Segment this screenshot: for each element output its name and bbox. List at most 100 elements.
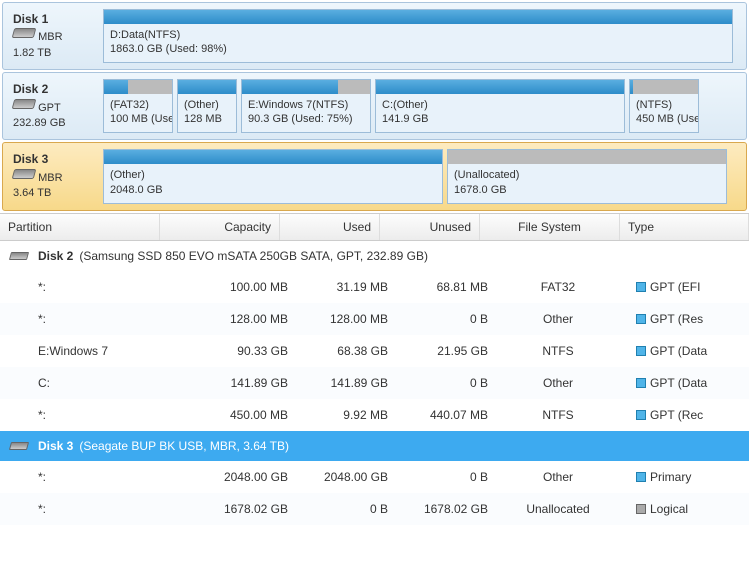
- cell-type: Logical: [628, 502, 741, 516]
- disk-partitions: D:Data(NTFS)1863.0 GB (Used: 98%): [103, 3, 746, 69]
- cell-partition: *:: [8, 312, 168, 326]
- cell-capacity: 90.33 GB: [168, 344, 288, 358]
- cell-used: 2048.00 GB: [288, 470, 388, 484]
- cell-type: GPT (EFI: [628, 280, 741, 294]
- partition-box[interactable]: C:(Other)141.9 GB: [375, 79, 625, 133]
- partition-usage-bar: [242, 80, 370, 94]
- partition-usage-bar: [178, 80, 236, 94]
- disk-block-disk3[interactable]: Disk 3 MBR3.64 TB(Other)2048.0 GB(Unallo…: [2, 142, 747, 210]
- disk-info: Disk 1 MBR1.82 TB: [3, 3, 103, 69]
- cell-used: 128.00 MB: [288, 312, 388, 326]
- disk-partitions: (Other)2048.0 GB(Unallocated)1678.0 GB: [103, 143, 746, 209]
- cell-capacity: 1678.02 GB: [168, 502, 288, 516]
- cell-unused: 0 B: [388, 376, 488, 390]
- table-row[interactable]: C:141.89 GB141.89 GB0 BOtherGPT (Data: [0, 367, 749, 399]
- cell-type: GPT (Data: [628, 344, 741, 358]
- th-used[interactable]: Used: [280, 214, 380, 240]
- cell-partition: E:Windows 7: [8, 344, 168, 358]
- partition-usage-bar: [104, 10, 732, 24]
- table-row[interactable]: *:2048.00 GB2048.00 GB0 BOtherPrimary: [0, 461, 749, 493]
- partition-label: (Other)128 MB: [178, 94, 236, 131]
- disk-icon: [12, 169, 37, 179]
- partition-usage-bar: [376, 80, 624, 94]
- cell-fs: Other: [488, 470, 628, 484]
- cell-unused: 21.95 GB: [388, 344, 488, 358]
- partition-box[interactable]: (Other)128 MB: [177, 79, 237, 133]
- cell-unused: 0 B: [388, 312, 488, 326]
- group-disk-name: Disk 2: [38, 249, 73, 263]
- partition-box[interactable]: (FAT32)100 MB (Use: [103, 79, 173, 133]
- table-row[interactable]: E:Windows 790.33 GB68.38 GB21.95 GBNTFSG…: [0, 335, 749, 367]
- type-color-icon: [636, 504, 646, 514]
- cell-fs: Unallocated: [488, 502, 628, 516]
- cell-partition: *:: [8, 470, 168, 484]
- disk-size: 232.89 GB: [13, 117, 66, 129]
- cell-partition: *:: [8, 280, 168, 294]
- disk-block-disk2[interactable]: Disk 2 GPT 232.89 GB (FAT32)100 MB (Use(Ot…: [2, 72, 747, 140]
- cell-type: GPT (Rec: [628, 408, 741, 422]
- th-unused[interactable]: Unused: [380, 214, 480, 240]
- cell-fs: FAT32: [488, 280, 628, 294]
- type-color-icon: [636, 314, 646, 324]
- disk-partitions: (FAT32)100 MB (Use(Other)128 MBE:Windows…: [103, 73, 746, 139]
- disk-name: Disk 1: [13, 12, 48, 26]
- partition-label: E:Windows 7(NTFS)90.3 GB (Used: 75%): [242, 94, 370, 131]
- disks-layout: Disk 1 MBR1.82 TBD:Data(NTFS)1863.0 GB (…: [0, 2, 749, 211]
- partition-usage-bar: [104, 80, 172, 94]
- disk-scheme: MBR: [38, 172, 62, 184]
- table-header: Partition Capacity Used Unused File Syst…: [0, 214, 749, 241]
- partition-label: (Other)2048.0 GB: [104, 164, 442, 201]
- cell-fs: Other: [488, 312, 628, 326]
- th-type[interactable]: Type: [620, 214, 749, 240]
- cell-fs: NTFS: [488, 344, 628, 358]
- partition-box[interactable]: E:Windows 7(NTFS)90.3 GB (Used: 75%): [241, 79, 371, 133]
- partition-label: (FAT32)100 MB (Use: [104, 94, 172, 131]
- disk-name: Disk 2: [13, 82, 48, 96]
- partition-box[interactable]: (Unallocated)1678.0 GB: [447, 149, 727, 203]
- cell-type: Primary: [628, 470, 741, 484]
- table-row[interactable]: *:100.00 MB31.19 MB68.81 MBFAT32GPT (EFI: [0, 271, 749, 303]
- table-row[interactable]: *:450.00 MB9.92 MB440.07 MBNTFSGPT (Rec: [0, 399, 749, 431]
- cell-used: 31.19 MB: [288, 280, 388, 294]
- partition-usage-bar: [630, 80, 698, 94]
- cell-unused: 440.07 MB: [388, 408, 488, 422]
- cell-partition: C:: [8, 376, 168, 390]
- cell-fs: NTFS: [488, 408, 628, 422]
- group-disk-name: Disk 3: [38, 439, 73, 453]
- cell-type: GPT (Data: [628, 376, 741, 390]
- table-body: Disk 2 (Samsung SSD 850 EVO mSATA 250GB …: [0, 241, 749, 525]
- th-partition[interactable]: Partition: [0, 214, 160, 240]
- group-disk-desc: (Seagate BUP BK USB, MBR, 3.64 TB): [79, 439, 289, 453]
- partition-label: (NTFS)450 MB (Use: [630, 94, 698, 131]
- partition-box[interactable]: (Other)2048.0 GB: [103, 149, 443, 203]
- partition-label: C:(Other)141.9 GB: [376, 94, 624, 131]
- cell-capacity: 2048.00 GB: [168, 470, 288, 484]
- partition-label: D:Data(NTFS)1863.0 GB (Used: 98%): [104, 24, 732, 61]
- disk-size: 3.64 TB: [13, 187, 51, 199]
- table-row[interactable]: *:1678.02 GB0 B1678.02 GBUnallocatedLogi…: [0, 493, 749, 525]
- th-file-system[interactable]: File System: [480, 214, 620, 240]
- partition-label: (Unallocated)1678.0 GB: [448, 164, 726, 201]
- type-color-icon: [636, 410, 646, 420]
- type-color-icon: [636, 282, 646, 292]
- disk-block-disk1[interactable]: Disk 1 MBR1.82 TBD:Data(NTFS)1863.0 GB (…: [2, 2, 747, 70]
- cell-capacity: 128.00 MB: [168, 312, 288, 326]
- cell-used: 9.92 MB: [288, 408, 388, 422]
- disk-group-row[interactable]: Disk 3 (Seagate BUP BK USB, MBR, 3.64 TB…: [0, 431, 749, 461]
- disk-group-row[interactable]: Disk 2 (Samsung SSD 850 EVO mSATA 250GB …: [0, 241, 749, 271]
- disk-info: Disk 3 MBR3.64 TB: [3, 143, 103, 209]
- partition-table: Partition Capacity Used Unused File Syst…: [0, 213, 749, 525]
- partition-usage-bar: [448, 150, 726, 164]
- cell-fs: Other: [488, 376, 628, 390]
- partition-box[interactable]: D:Data(NTFS)1863.0 GB (Used: 98%): [103, 9, 733, 63]
- disk-scheme: GPT: [38, 102, 61, 114]
- group-disk-desc: (Samsung SSD 850 EVO mSATA 250GB SATA, G…: [79, 249, 428, 263]
- cell-unused: 68.81 MB: [388, 280, 488, 294]
- table-row[interactable]: *:128.00 MB128.00 MB0 BOtherGPT (Res: [0, 303, 749, 335]
- cell-used: 141.89 GB: [288, 376, 388, 390]
- cell-capacity: 450.00 MB: [168, 408, 288, 422]
- disk-icon: [12, 28, 37, 38]
- disk-icon: [9, 442, 29, 450]
- th-capacity[interactable]: Capacity: [160, 214, 280, 240]
- partition-box[interactable]: (NTFS)450 MB (Use: [629, 79, 699, 133]
